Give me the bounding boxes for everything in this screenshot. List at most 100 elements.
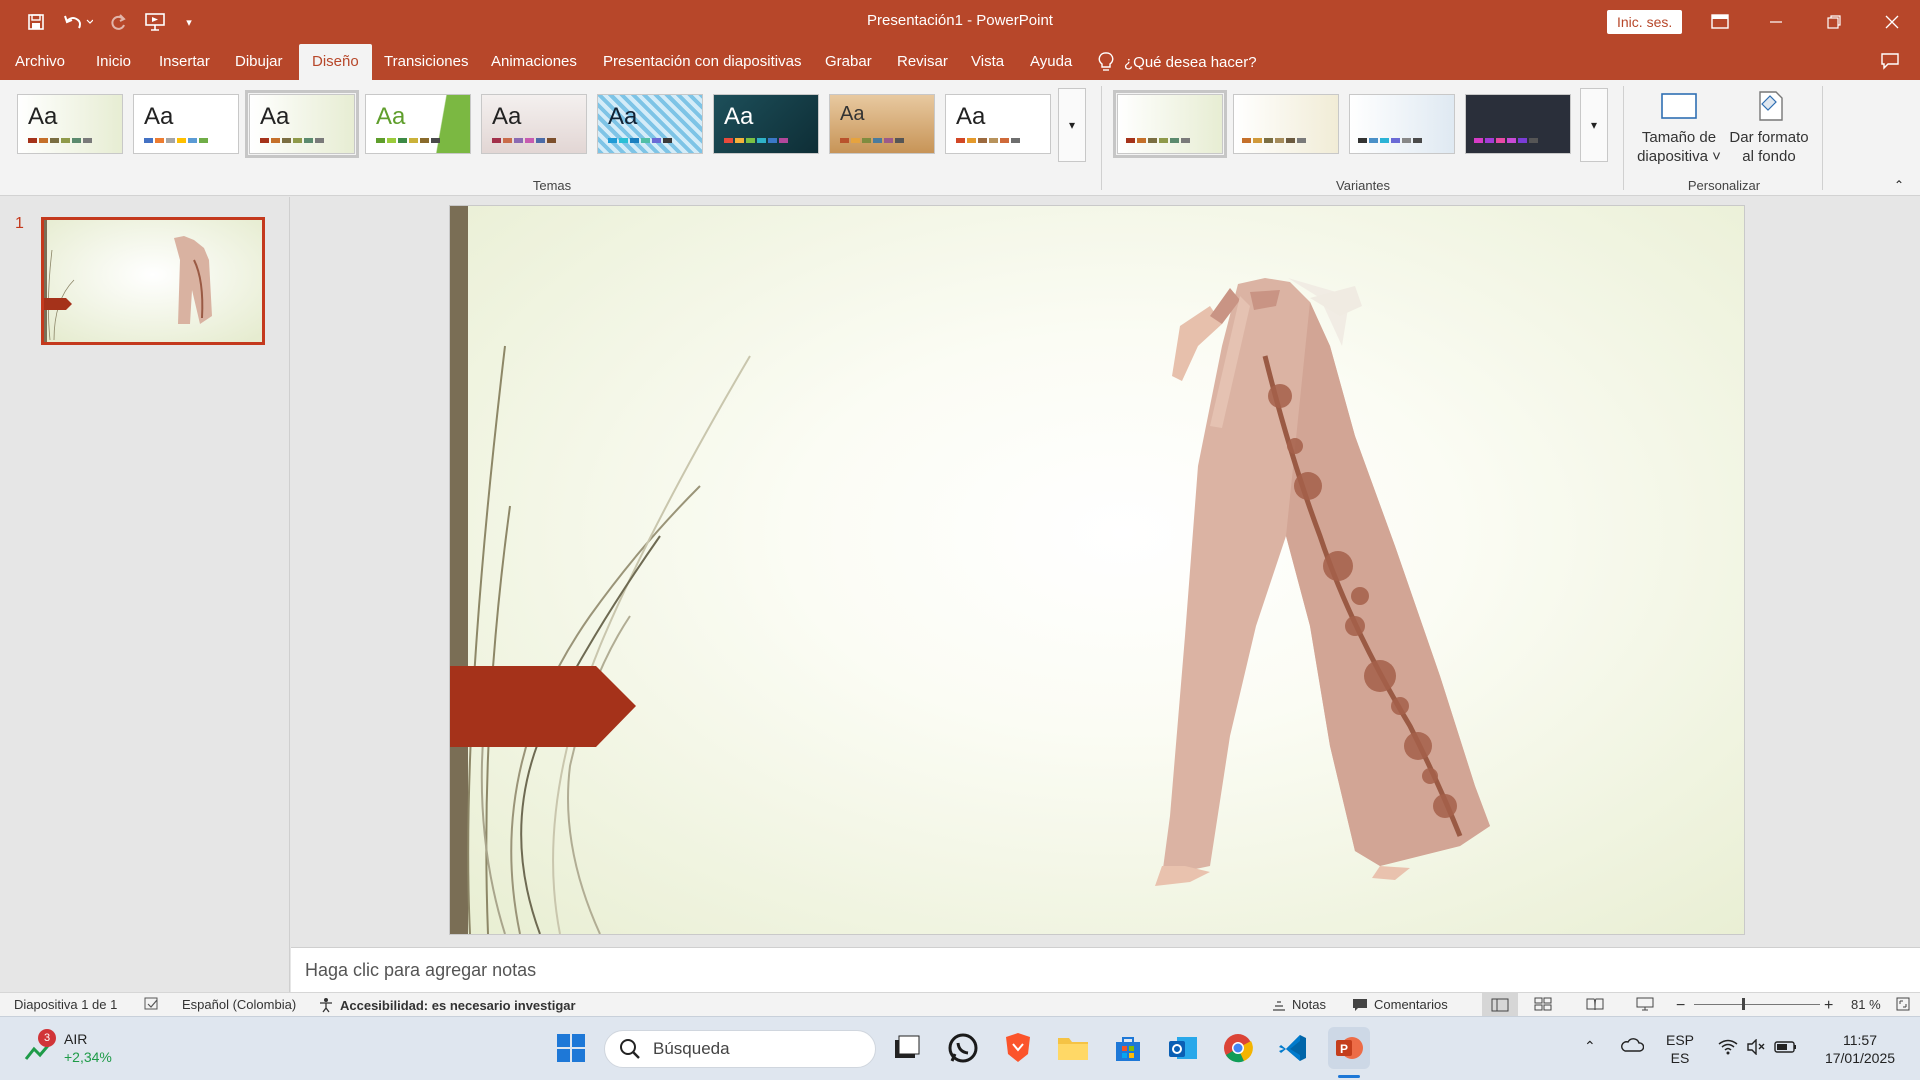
restore-icon[interactable] (1806, 0, 1862, 44)
tab-animaciones[interactable]: Animaciones (478, 44, 590, 80)
theme-thumbnail[interactable]: Aa (17, 94, 123, 154)
reading-view-icon[interactable] (1586, 997, 1604, 1011)
tab-archivo[interactable]: Archivo (2, 44, 78, 80)
minimize-icon[interactable] (1748, 0, 1804, 44)
theme-thumbnail[interactable]: Aa (365, 94, 471, 154)
tab-ayuda[interactable]: Ayuda (1017, 44, 1085, 80)
onedrive-icon[interactable] (1620, 1037, 1645, 1057)
notes-toggle-button[interactable]: Notas (1272, 997, 1326, 1012)
slide-arrow-shape (450, 666, 636, 747)
normal-view-button[interactable] (1482, 993, 1518, 1016)
redo-icon[interactable] (104, 8, 132, 36)
clock[interactable]: 11:57 17/01/2025 (1818, 1031, 1902, 1067)
slide-canvas[interactable] (450, 206, 1744, 934)
zoom-level[interactable]: 81 % (1851, 997, 1881, 1012)
tab-inicio[interactable]: Inicio (83, 44, 144, 80)
format-background-button[interactable]: Dar formato al fondo (1724, 90, 1814, 172)
variant-thumbnail[interactable] (1349, 94, 1455, 154)
lightbulb-icon (1098, 52, 1114, 71)
save-icon[interactable] (22, 8, 50, 36)
slide-size-button[interactable]: Tamaño de diapositiva ˅ (1634, 90, 1724, 172)
svg-text:P: P (1340, 1042, 1348, 1056)
variant-thumbnail-selected[interactable] (1113, 90, 1227, 158)
tell-me-search[interactable]: ¿Qué desea hacer? (1098, 44, 1257, 80)
collapse-ribbon-icon[interactable]: ⌃ (1894, 178, 1904, 192)
normal-view-icon (1491, 998, 1509, 1011)
comments-icon[interactable] (1880, 52, 1900, 75)
variant-palette (1358, 138, 1422, 143)
notes-placeholder: Haga clic para agregar notas (305, 960, 537, 980)
battery-icon[interactable] (1774, 1039, 1798, 1059)
lang-bottom: ES (1670, 1050, 1690, 1066)
tab-dibujar[interactable]: Dibujar (222, 44, 296, 80)
zoom-slider[interactable] (1694, 1004, 1820, 1005)
spellcheck-icon[interactable] (144, 997, 160, 1011)
theme-thumbnail[interactable]: Aa (713, 94, 819, 154)
zoom-slider-thumb[interactable] (1742, 998, 1745, 1010)
tab-transiciones[interactable]: Transiciones (371, 44, 481, 80)
variants-more-button[interactable]: ▾ (1580, 88, 1608, 162)
weather-widget[interactable]: 3 AIR +2,34% (24, 1029, 144, 1071)
theme-thumbnail[interactable]: Aa (133, 94, 239, 154)
language-indicator[interactable]: Español (Colombia) (182, 997, 296, 1012)
theme-thumbnail[interactable]: Aa (481, 94, 587, 154)
slide-thumbnail[interactable] (41, 217, 265, 345)
outlook-icon[interactable] (1166, 1031, 1200, 1065)
close-icon[interactable] (1864, 0, 1920, 44)
tab-presentacion[interactable]: Presentación con diapositivas (590, 44, 814, 80)
theme-thumbnail-selected[interactable]: Aa (245, 90, 359, 158)
ribbon-display-icon[interactable] (1692, 0, 1748, 44)
theme-palette (956, 138, 1020, 143)
powerpoint-icon: P (1336, 1037, 1363, 1059)
title-bar: ▾ Presentación1 - PowerPoint Inic. ses. (0, 0, 1920, 44)
zoom-in-button[interactable]: + (1824, 997, 1833, 1015)
powerpoint-taskbar-icon[interactable]: P (1328, 1027, 1370, 1069)
chrome-icon[interactable] (1221, 1031, 1255, 1065)
slide-sorter-view-icon[interactable] (1534, 997, 1552, 1011)
undo-icon[interactable] (58, 8, 98, 36)
tab-insertar[interactable]: Insertar (146, 44, 223, 80)
notes-icon (1273, 1000, 1285, 1011)
comments-toggle-button[interactable]: Comentarios (1352, 997, 1448, 1012)
tab-diseno[interactable]: Diseño (299, 44, 372, 80)
theme-thumbnail[interactable]: Aa (829, 94, 935, 154)
microsoft-store-icon[interactable] (1111, 1031, 1145, 1065)
taskbar-search[interactable]: Búsqueda (604, 1030, 876, 1068)
tell-me-label: ¿Qué desea hacer? (1124, 53, 1257, 71)
theme-thumbnail[interactable]: Aa (597, 94, 703, 154)
input-language-button[interactable]: ESP ES (1666, 1031, 1694, 1067)
slideshow-view-icon[interactable] (1636, 997, 1654, 1011)
slide-size-label: Tamaño de diapositiva ˅ (1637, 129, 1721, 165)
brave-browser-icon[interactable] (1001, 1031, 1035, 1065)
volume-muted-icon[interactable] (1746, 1038, 1766, 1059)
present-icon[interactable] (138, 8, 172, 36)
variant-thumbnail[interactable] (1233, 94, 1339, 154)
slide-artwork (450, 206, 1490, 934)
theme-palette (840, 138, 904, 143)
fit-slide-icon[interactable] (1896, 997, 1910, 1011)
notes-pane[interactable]: Haga clic para agregar notas (291, 947, 1920, 992)
variant-palette (1474, 138, 1538, 143)
themes-group-label: Temas (532, 178, 572, 193)
widget-value: +2,34% (64, 1049, 112, 1065)
zoom-out-button[interactable]: − (1676, 997, 1685, 1015)
theme-palette (28, 138, 92, 143)
sign-in-button[interactable]: Inic. ses. (1607, 10, 1683, 34)
themes-more-button[interactable]: ▾ (1058, 88, 1086, 162)
tab-vista[interactable]: Vista (958, 44, 1017, 80)
wifi-icon[interactable] (1718, 1039, 1738, 1059)
accessibility-status[interactable]: Accesibilidad: es necesario investigar (318, 997, 576, 1013)
file-explorer-icon[interactable] (1056, 1031, 1090, 1065)
tab-revisar[interactable]: Revisar (884, 44, 961, 80)
comment-icon (1353, 998, 1367, 1011)
customize-icon[interactable]: ▾ (180, 8, 198, 36)
theme-thumbnail[interactable]: Aa (945, 94, 1051, 154)
theme-sample-text: Aa (28, 103, 58, 130)
task-view-icon[interactable] (890, 1031, 924, 1065)
show-hidden-icons-button[interactable]: ⌃ (1584, 1037, 1596, 1055)
whatsapp-icon[interactable] (946, 1031, 980, 1065)
start-button[interactable] (554, 1031, 588, 1065)
variant-thumbnail[interactable] (1465, 94, 1571, 154)
vscode-icon[interactable] (1276, 1031, 1310, 1065)
tab-grabar[interactable]: Grabar (812, 44, 885, 80)
